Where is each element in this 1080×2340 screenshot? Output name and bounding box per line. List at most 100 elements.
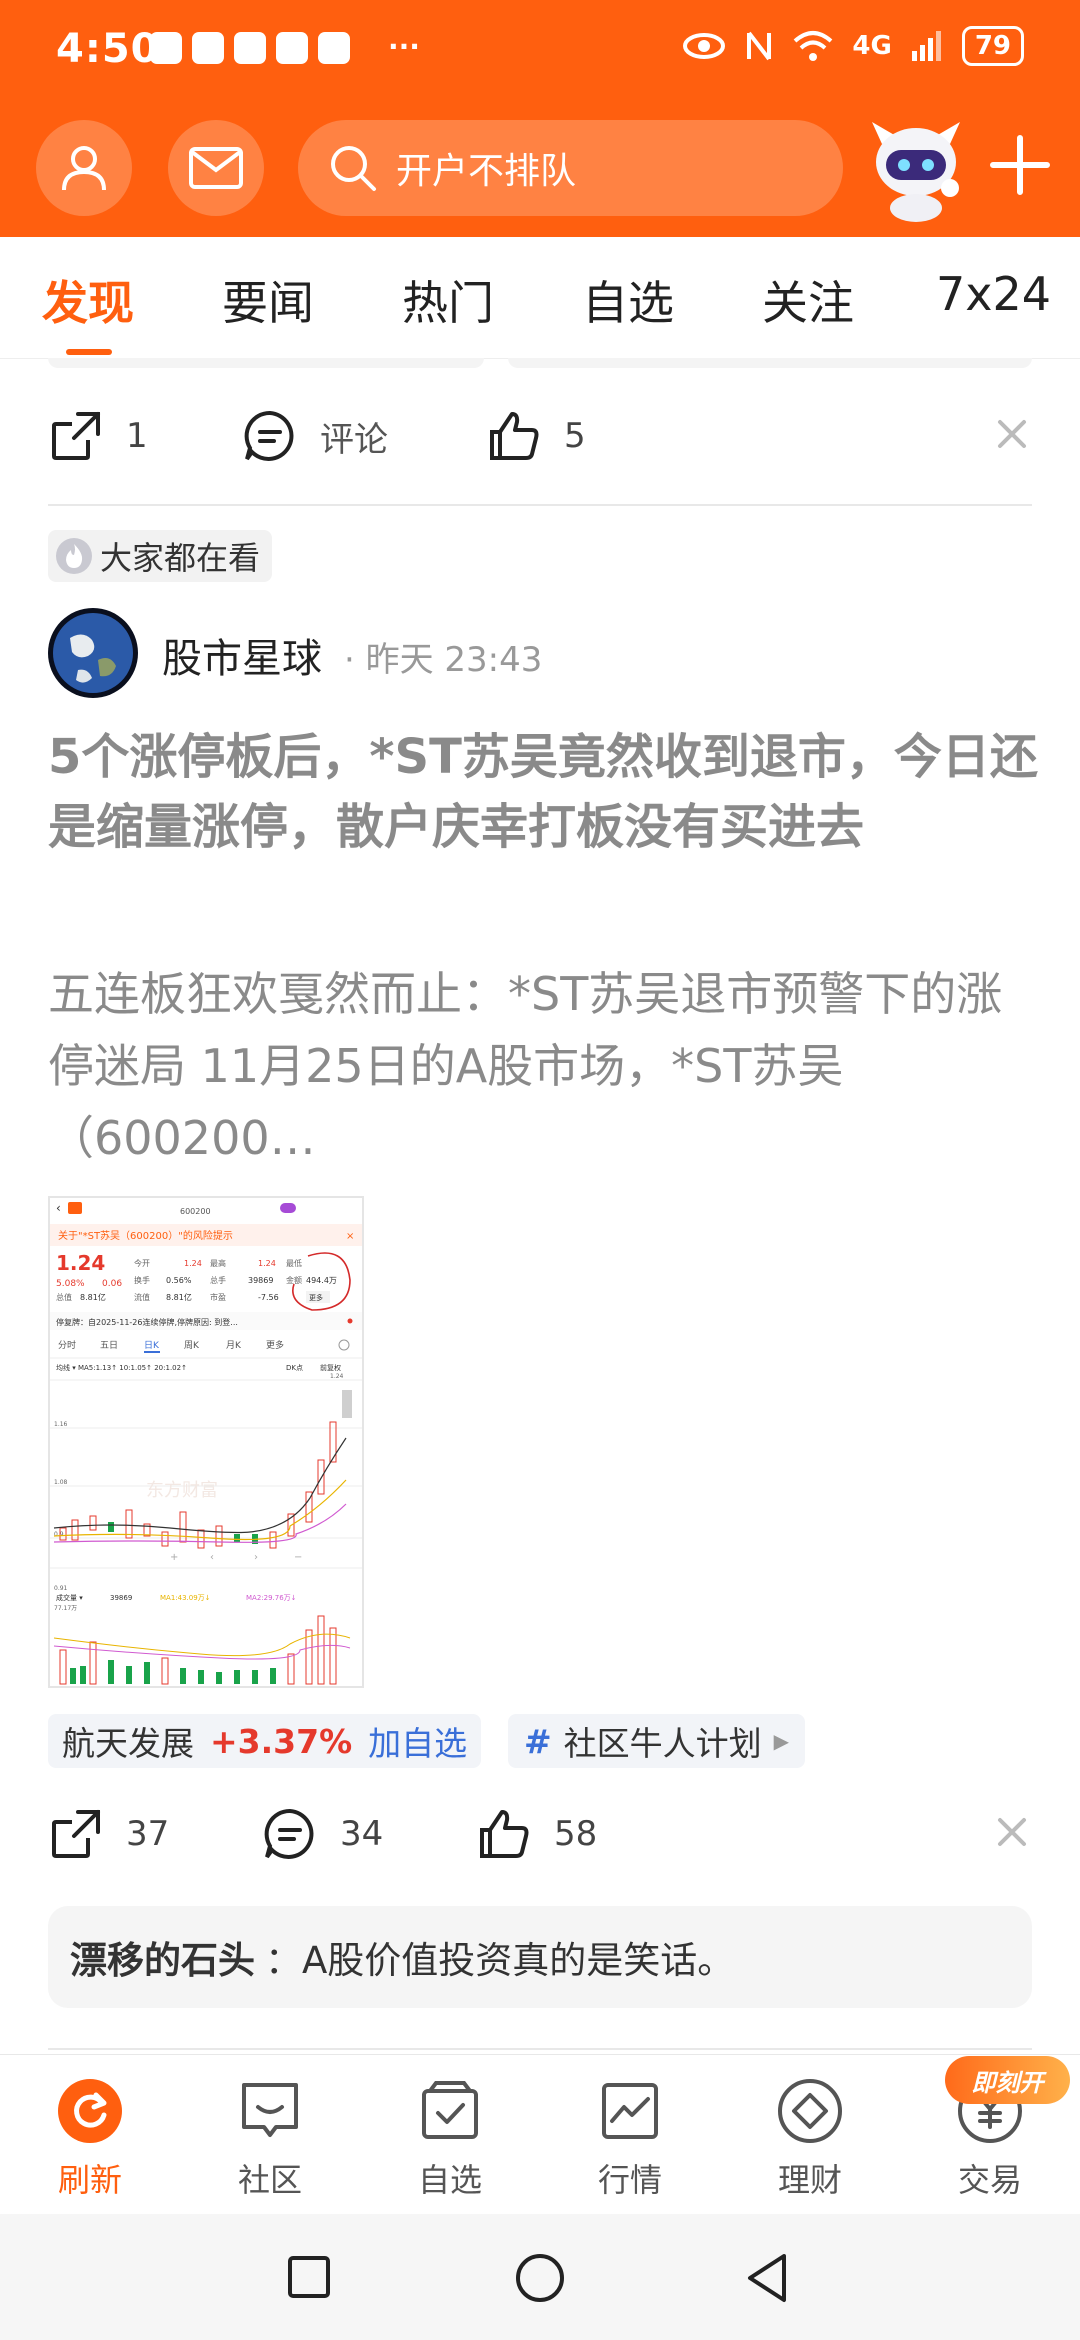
svg-text:最高: 最高 — [210, 1258, 226, 1268]
hashtag-icon: # — [524, 1721, 552, 1761]
recents-icon[interactable] — [286, 2254, 332, 2300]
add-button[interactable] — [985, 130, 1055, 200]
market-chart-icon — [602, 2083, 658, 2139]
comment-button[interactable]: 评论 — [242, 408, 388, 464]
svg-text:0.9: 0.9 — [54, 1531, 64, 1538]
add-to-watchlist-button[interactable]: 加自选 — [368, 1717, 467, 1765]
open-account-badge[interactable]: 即刻开 — [945, 2056, 1070, 2104]
share-count: 37 — [126, 1814, 170, 1854]
svg-text:494.4万: 494.4万 — [306, 1276, 337, 1285]
category-tabs: 发现 要闻 热门 自选 关注 7x24 — [0, 237, 1080, 359]
signal-icon — [911, 31, 941, 61]
nav-label: 行情 — [597, 2161, 662, 2199]
avatar[interactable] — [48, 608, 138, 698]
svg-text:前复权: 前复权 — [320, 1363, 341, 1372]
thumbs-up-icon — [490, 412, 539, 460]
svg-text:月K: 月K — [226, 1340, 242, 1351]
previous-post-actions: 1 评论 5 — [48, 408, 1032, 468]
share-icon — [52, 1810, 100, 1858]
nav-refresh[interactable]: 刷新 — [0, 2055, 180, 2215]
post-divider — [48, 504, 1032, 506]
stock-tag[interactable]: 航天发展 +3.37% 加自选 — [48, 1714, 482, 1768]
svg-text:DK点: DK点 — [286, 1364, 303, 1372]
tab-following[interactable]: 关注 — [762, 267, 854, 333]
nav-market[interactable]: 行情 — [540, 2055, 720, 2215]
svg-text:今开: 今开 — [134, 1258, 150, 1268]
svg-text:0.56%: 0.56% — [166, 1276, 192, 1285]
search-bar[interactable]: 开户不排队 — [298, 120, 843, 216]
nav-label: 理财 — [777, 2161, 842, 2199]
tab-7x24[interactable]: 7x24 — [936, 267, 1051, 321]
comment-username[interactable]: 漂移的石头 — [70, 1930, 255, 1984]
svg-text:更多: 更多 — [309, 1293, 323, 1302]
previous-post-tag — [48, 358, 484, 368]
back-icon[interactable] — [744, 2252, 790, 2304]
svg-text:0.91: 0.91 — [54, 1585, 68, 1592]
svg-text:×: × — [346, 1231, 354, 1242]
nav-watchlist[interactable]: 自选 — [360, 2055, 540, 2215]
top-comment[interactable]: 漂移的石头 ：A股价值投资真的是笑话。 — [48, 1906, 1032, 2008]
nav-community[interactable]: 社区 — [180, 2055, 360, 2215]
author-name[interactable]: 股市星球 — [162, 626, 322, 684]
watchlist-icon — [422, 2081, 478, 2139]
previous-post-tag — [508, 358, 1032, 368]
tab-hot[interactable]: 热门 — [402, 267, 494, 333]
messages-button[interactable] — [168, 120, 264, 216]
flame-icon — [56, 538, 92, 574]
stock-name: 航天发展 — [62, 1724, 194, 1763]
wifi-icon — [794, 31, 833, 61]
svg-text:市盈: 市盈 — [210, 1292, 226, 1302]
svg-text:MA2:29.76万↓: MA2:29.76万↓ — [246, 1594, 297, 1602]
post-image[interactable]: ‹ 600200 关于"*ST苏吴（600200）"的风险提示 × 1.24 5… — [48, 1196, 364, 1688]
like-button[interactable]: 5 — [486, 408, 586, 464]
stock-chg: 0.06 — [102, 1279, 122, 1289]
tab-watchlist[interactable]: 自选 — [582, 267, 674, 333]
refresh-icon — [58, 2079, 122, 2143]
community-chat-icon — [242, 2083, 298, 2137]
trending-tag-label: 大家都在看 — [100, 539, 261, 577]
stock-pct: 5.08% — [56, 1279, 85, 1289]
profile-button[interactable] — [36, 120, 132, 216]
svg-text:MA1:43.09万↓: MA1:43.09万↓ — [160, 1594, 211, 1602]
like-count: 5 — [564, 416, 586, 456]
svg-text:1.24: 1.24 — [258, 1259, 276, 1268]
svg-text:‹: ‹ — [210, 1552, 214, 1563]
trending-tag: 大家都在看 — [48, 530, 273, 582]
tab-news[interactable]: 要闻 — [222, 267, 314, 333]
svg-text:停复牌：自2025-11-26连续停牌,停牌原因: 到登..: 停复牌：自2025-11-26连续停牌,停牌原因: 到登... — [56, 1317, 238, 1327]
app-header: 4:50 ··· 4G 79 开户不排队 — [0, 0, 1080, 237]
svg-text:金额: 金额 — [286, 1275, 302, 1285]
share-button[interactable]: 1 — [48, 408, 148, 464]
svg-text:39869: 39869 — [110, 1594, 132, 1602]
chevron-right-icon: ▶ — [773, 1729, 790, 1753]
post-excerpt[interactable]: 五连板狂欢戛然而止：*ST苏吴退市预警下的涨停迷局 11月25日的A股市场，*S… — [48, 958, 1038, 1174]
dismiss-icon[interactable] — [992, 414, 1032, 454]
home-icon[interactable] — [514, 2252, 566, 2304]
nav-wealth[interactable]: 理财 — [720, 2055, 900, 2215]
eye-icon — [683, 33, 726, 59]
dismiss-icon[interactable] — [992, 1812, 1032, 1852]
comment-text: ：A股价值投资真的是笑话。 — [265, 1939, 735, 1982]
chat-app-icon — [234, 32, 266, 64]
post-title[interactable]: 5个涨停板后，*ST苏吴竟然收到退市，今日还是缩量涨停，散户庆幸打板没有买进去 — [48, 722, 1038, 862]
notification-icons — [150, 32, 350, 64]
status-time: 4:50 — [56, 26, 160, 72]
network-type: 4G — [852, 31, 892, 61]
svg-text:总值: 总值 — [56, 1292, 72, 1302]
comment-label: 评论 — [320, 419, 388, 460]
share-button[interactable]: 37 — [48, 1806, 169, 1862]
svg-text:8.81亿: 8.81亿 — [80, 1292, 106, 1302]
svg-text:›: › — [254, 1552, 258, 1563]
comment-icon — [244, 410, 294, 461]
like-button[interactable]: 58 — [476, 1806, 597, 1862]
mail-icon — [189, 147, 243, 189]
status-indicators: 4G 79 — [682, 26, 1024, 66]
svg-text:+: + — [170, 1552, 178, 1563]
comment-button[interactable]: 34 — [262, 1806, 383, 1862]
tab-discover[interactable]: 发现 — [42, 267, 134, 333]
svg-text:1.08: 1.08 — [54, 1479, 68, 1486]
like-count: 58 — [554, 1814, 598, 1854]
robot-mascot-icon[interactable] — [862, 114, 970, 222]
risk-notice: 关于"*ST苏吴（600200）"的风险提示 — [58, 1229, 233, 1242]
topic-tag[interactable]: # 社区牛人计划 ▶ — [508, 1714, 806, 1768]
